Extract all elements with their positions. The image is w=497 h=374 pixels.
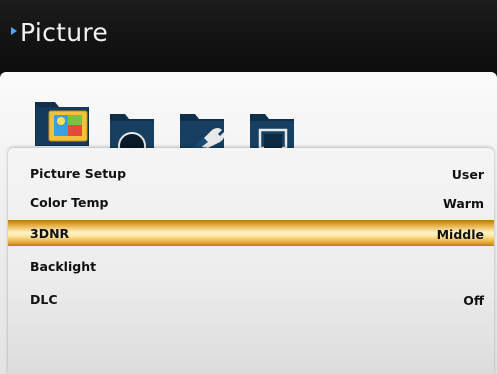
- menu-item-label: Color Temp: [30, 195, 109, 210]
- menu-item-value: User: [451, 167, 484, 182]
- menu-item-label: Picture Setup: [30, 166, 127, 181]
- settings-menu-list: Picture Setup User Color Temp Warm 3DNR …: [8, 148, 494, 374]
- menu-item-color-temp[interactable]: Color Temp Warm: [8, 189, 494, 215]
- menu-item-picture-setup[interactable]: Picture Setup User: [8, 160, 494, 186]
- setup-folder-icon[interactable]: [178, 112, 226, 148]
- menu-item-label: Backlight: [30, 259, 97, 274]
- tv-osd-screen: Picture Picture Setup User Color Temp Wa…: [0, 0, 497, 374]
- menu-item-label: 3DNR: [30, 226, 70, 241]
- title-bullet-icon: [11, 27, 17, 35]
- category-icon-bar: [33, 96, 313, 148]
- menu-item-value: Warm: [443, 196, 484, 211]
- menu-item-dlc[interactable]: DLC Off: [8, 286, 494, 312]
- picture-folder-icon[interactable]: [33, 94, 95, 148]
- channel-folder-icon[interactable]: [248, 112, 296, 148]
- menu-item-label: DLC: [30, 292, 58, 307]
- menu-item-value: Middle: [436, 227, 484, 242]
- page-title: Picture: [20, 18, 109, 47]
- menu-item-3dnr[interactable]: 3DNR Middle: [8, 220, 494, 246]
- menu-header: Picture: [0, 0, 497, 72]
- sound-folder-icon[interactable]: [108, 112, 156, 148]
- menu-item-value: Off: [463, 293, 484, 308]
- menu-item-backlight[interactable]: Backlight: [8, 253, 494, 279]
